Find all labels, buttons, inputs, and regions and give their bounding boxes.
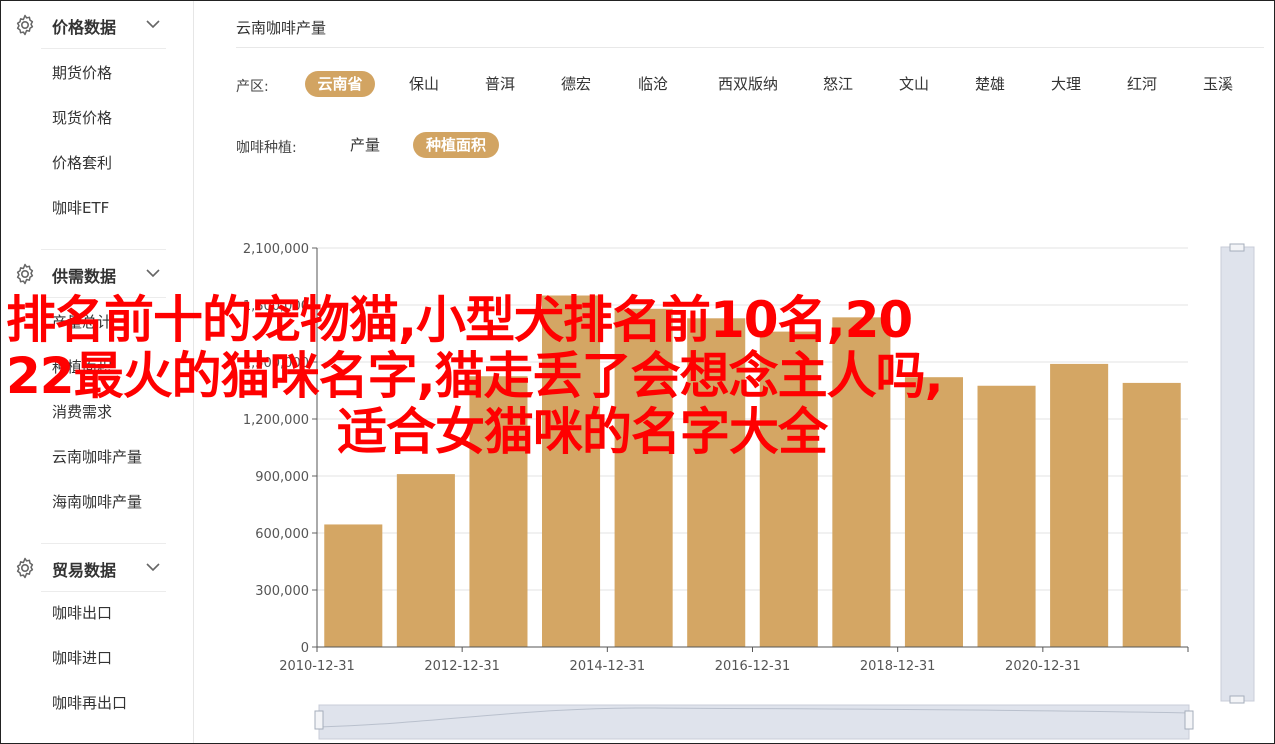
chart-bar <box>1122 382 1181 647</box>
y-tick-label: 300,000 <box>255 584 309 599</box>
sidebar-item-coffee-reexport[interactable]: 咖啡再出口 <box>52 692 127 713</box>
slider-handle-top[interactable] <box>1229 243 1245 252</box>
chart-bar <box>687 318 746 647</box>
sidebar-section-price: 价格数据 期货价格 现货价格 价格套利 咖啡ETF <box>1 1 194 250</box>
chart-bar <box>759 331 818 647</box>
sidebar-item-coffee-etf[interactable]: 咖啡ETF <box>52 197 109 218</box>
sidebar-item-coffee-export[interactable]: 咖啡出口 <box>52 602 112 623</box>
gear-icon <box>16 557 34 579</box>
chevron-down-icon <box>146 269 160 278</box>
x-tick-label: 2016-12-31 <box>715 659 791 674</box>
divider <box>41 48 166 49</box>
sidebar-item-spot-price[interactable]: 现货价格 <box>52 107 112 128</box>
gear-icon <box>16 14 34 36</box>
sidebar-section-supply: 供需数据 产量总计 种植面积 消费需求 云南咖啡产量 海南咖啡产量 <box>1 250 194 544</box>
sidebar-item-planting-area[interactable]: 种植面积 <box>52 356 112 377</box>
divider <box>41 591 166 592</box>
chart-bar <box>832 317 891 647</box>
chart-svg: 0 300,000 600,000 900,000 1,200,000 1,500,000… <box>243 242 1255 740</box>
bar-chart: 0 300,000 600,000 900,000 1,200,000 1,500,000… <box>195 1 1274 743</box>
divider <box>41 297 166 298</box>
y-tick-label: 0 <box>301 641 309 656</box>
sidebar-item-yunnan-output[interactable]: 云南咖啡产量 <box>52 446 142 467</box>
horizontal-zoom-slider[interactable] <box>318 704 1190 740</box>
y-tick-label: 2,100,000 <box>243 242 309 257</box>
sidebar-item-coffee-import[interactable]: 咖啡进口 <box>52 647 112 668</box>
y-tick-label: 900,000 <box>255 470 309 485</box>
chart-bar <box>1050 363 1109 647</box>
section-title: 供需数据 <box>52 267 117 286</box>
sidebar-section-trade: 贸易数据 咖啡出口 咖啡进口 咖啡再出口 <box>1 544 194 712</box>
slider-handle-right[interactable] <box>1184 710 1194 730</box>
y-tick-label: 1,800,000 <box>243 299 309 314</box>
y-tick-label: 1,200,000 <box>243 413 309 428</box>
chart-bar <box>324 524 383 647</box>
chart-bar <box>396 474 455 647</box>
gear-icon <box>16 263 34 285</box>
chart-bar <box>614 308 673 647</box>
vertical-zoom-slider[interactable] <box>1220 246 1255 702</box>
chart-bar <box>977 385 1036 647</box>
chart-bar <box>469 376 528 647</box>
main-panel: 云南咖啡产量 产区: 云南省 保山 普洱 德宏 临沧 西双版纳 怒江 文山 楚雄 大理 红河 玉溪 咖… <box>195 1 1274 743</box>
x-tick-label: 2018-12-31 <box>860 659 936 674</box>
sidebar-item-consumption[interactable]: 消费需求 <box>52 401 112 422</box>
chevron-down-icon <box>146 563 160 572</box>
sidebar-section-header-trade[interactable]: 贸易数据 <box>1 544 194 590</box>
x-tick-label: 2014-12-31 <box>570 659 646 674</box>
x-tick-label: 2010-12-31 <box>279 659 355 674</box>
y-tick-label: 1,500,000 <box>243 356 309 371</box>
sidebar-item-hainan-output[interactable]: 海南咖啡产量 <box>52 491 142 512</box>
section-title: 贸易数据 <box>52 561 117 580</box>
chevron-down-icon <box>146 20 160 29</box>
sidebar-section-header-supply[interactable]: 供需数据 <box>1 250 194 296</box>
x-tick-label: 2020-12-31 <box>1005 659 1081 674</box>
y-tick-label: 600,000 <box>255 527 309 542</box>
sidebar-item-total-output[interactable]: 产量总计 <box>52 311 112 332</box>
chart-bar <box>542 295 601 647</box>
x-tick-label: 2012-12-31 <box>424 659 500 674</box>
section-title: 价格数据 <box>52 18 117 37</box>
sidebar-item-arbitrage[interactable]: 价格套利 <box>52 152 112 173</box>
slider-handle-bottom[interactable] <box>1229 695 1245 704</box>
chart-bar <box>904 377 963 647</box>
sidebar-section-header-price[interactable]: 价格数据 <box>1 1 194 47</box>
sidebar-item-futures-price[interactable]: 期货价格 <box>52 62 112 83</box>
slider-handle-left[interactable] <box>314 710 324 730</box>
sidebar: 价格数据 期货价格 现货价格 价格套利 咖啡ETF 供需数据 产量总计 种植面积… <box>1 1 194 743</box>
